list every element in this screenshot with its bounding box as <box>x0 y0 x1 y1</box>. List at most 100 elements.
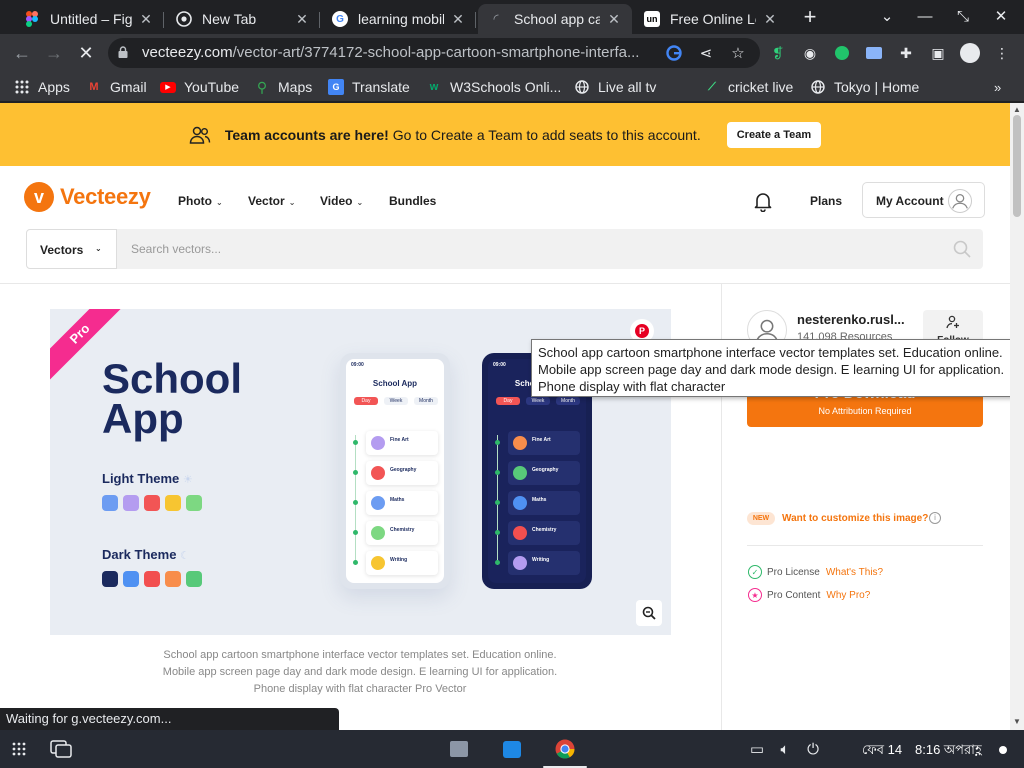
subject-name: Maths <box>532 497 547 503</box>
menu-icon[interactable]: ⋮ <box>992 43 1012 63</box>
vecteezy-logo[interactable]: v Vecteezy <box>24 182 151 212</box>
google-lens-icon[interactable] <box>664 43 684 63</box>
bookmark-cricket-live[interactable]: ⟋ cricket live <box>704 78 793 96</box>
scroll-down-icon[interactable]: ▼ <box>1012 717 1022 726</box>
whats-this-link[interactable]: What's This? <box>826 567 883 578</box>
stop-loading-icon[interactable]: ✕ <box>74 41 98 65</box>
extension-green-icon[interactable] <box>832 43 852 63</box>
pinterest-icon: P <box>635 324 649 338</box>
tab-unacademy[interactable]: un Free Online Learning ✕ <box>634 4 788 34</box>
search-input[interactable] <box>117 229 983 269</box>
bookmark-star-icon[interactable]: ☆ <box>728 43 748 63</box>
share-icon[interactable]: ⋖ <box>696 43 716 63</box>
extensions-puzzle-icon[interactable]: ✚ <box>896 43 916 63</box>
banner-headline: Team accounts are here! <box>224 126 389 143</box>
bookmark-youtube[interactable]: ▶ YouTube <box>160 78 239 96</box>
bookmark-apps[interactable]: Apps <box>14 78 70 96</box>
close-tab-icon[interactable]: ✕ <box>762 11 778 28</box>
forward-icon[interactable]: → <box>42 41 66 65</box>
url-text[interactable]: vecteezy.com/vector-art/3774172-school-a… <box>142 44 639 61</box>
launcher-icon[interactable] <box>8 739 30 759</box>
close-tab-icon[interactable]: ✕ <box>606 11 622 28</box>
power-icon[interactable]: ⏻ <box>802 739 824 759</box>
lock-icon[interactable] <box>118 46 128 58</box>
header-divider <box>0 283 1010 284</box>
status-dot-icon[interactable] <box>999 746 1007 754</box>
close-tab-icon[interactable]: ✕ <box>294 11 310 28</box>
bookmark-tokyo-home[interactable]: Tokyo | Home <box>810 78 919 96</box>
tab-vecteezy[interactable]: ◜ School app cartoon ✕ <box>478 4 632 34</box>
notification-bell-icon[interactable] <box>752 190 774 212</box>
tab-search-icon[interactable]: ⌄ <box>876 6 898 28</box>
clock-time[interactable]: 8:16 অপরাহ্ণ <box>915 741 982 762</box>
more-bookmarks-icon[interactable]: » <box>994 78 1001 96</box>
close-tab-icon[interactable]: ✕ <box>138 11 154 28</box>
art-title: School App <box>102 355 243 442</box>
clock-date[interactable]: ফেব 14 <box>862 741 902 762</box>
bookmark-live-all-tv[interactable]: Live all tv <box>574 78 656 96</box>
pro-license-row: ✓ Pro License What's This? <box>748 565 883 579</box>
google-icon: G <box>332 11 348 27</box>
schedule-item: Chemistry <box>366 521 438 545</box>
new-tab-button[interactable]: + <box>799 6 821 28</box>
address-bar[interactable]: vecteezy.com/vector-art/3774172-school-a… <box>108 38 760 68</box>
search-icon[interactable] <box>953 240 971 258</box>
overview-icon[interactable] <box>50 739 72 759</box>
bookmark-translate[interactable]: G Translate <box>328 78 410 96</box>
chevron-down-icon: ⌄ <box>356 198 364 207</box>
scrollbar-thumb[interactable] <box>1013 115 1021 217</box>
bookmark-gmail[interactable]: M Gmail <box>86 78 146 96</box>
minimize-icon[interactable]: — <box>914 6 936 28</box>
color-swatch <box>186 495 202 511</box>
restore-icon[interactable]: ⤡ <box>952 6 974 28</box>
tab-new-tab[interactable]: New Tab ✕ <box>166 4 320 34</box>
nav-vector[interactable]: Vector ⌄ <box>248 194 295 208</box>
gmail-icon: M <box>89 81 99 93</box>
scroll-up-icon[interactable]: ▲ <box>1012 105 1022 114</box>
why-pro-link[interactable]: Why Pro? <box>826 590 870 601</box>
timeline-dot <box>353 530 358 535</box>
nav-photo[interactable]: Photo ⌄ <box>178 194 223 208</box>
files-app-icon[interactable] <box>448 739 470 759</box>
tab-google-search[interactable]: G learning mobile ✕ <box>322 4 476 34</box>
extension-icon[interactable]: ❡ <box>768 43 788 63</box>
site-header: v Vecteezy Photo ⌄ Vector ⌄ Video ⌄ Bundles… <box>0 166 1010 236</box>
subject-name: Fine Art <box>532 437 551 443</box>
author-name[interactable]: nesterenko.rusl... <box>797 312 905 327</box>
bookmark-w3schools[interactable]: w W3Schools Onli... <box>426 78 562 96</box>
volume-icon[interactable]: 🔈︎ <box>774 739 796 759</box>
timeline-dot <box>353 440 358 445</box>
color-swatch <box>165 495 181 511</box>
page-scrollbar[interactable]: ▲ ▼ <box>1010 103 1024 730</box>
nav-bundles[interactable]: Bundles <box>389 194 436 208</box>
side-panel-icon[interactable]: ▣ <box>928 43 948 63</box>
pro-content-row: ★ Pro Content Why Pro? <box>748 588 870 602</box>
play-store-icon[interactable] <box>501 739 523 759</box>
bookmark-maps[interactable]: ⚲ Maps <box>254 78 312 96</box>
vecteezy-logo-icon: v <box>24 182 54 212</box>
create-team-button[interactable]: Create a Team <box>726 121 822 148</box>
timeline-dot <box>353 470 358 475</box>
my-account-button[interactable]: My Account <box>862 182 985 218</box>
zoom-button[interactable] <box>636 600 662 626</box>
os-shelf: ▭ 🔈︎ ⏻ ফেব 14 8:16 অপরাহ্ণ <box>0 730 1024 768</box>
tab-figma[interactable]: Untitled – Figma ✕ <box>14 4 164 34</box>
chrome-app-icon[interactable] <box>554 739 576 759</box>
profile-avatar-icon[interactable] <box>960 43 980 63</box>
info-icon[interactable]: i <box>929 512 941 524</box>
plans-link[interactable]: Plans <box>810 194 842 208</box>
schedule-item: Maths <box>508 491 580 515</box>
subject-icon <box>371 556 385 570</box>
screen-capture-icon[interactable]: ▭ <box>746 739 768 759</box>
back-icon[interactable]: ← <box>10 41 34 65</box>
timeline-dot <box>495 560 500 565</box>
extension-screen-icon[interactable] <box>864 43 884 63</box>
nav-video[interactable]: Video ⌄ <box>320 194 363 208</box>
extension-record-icon[interactable]: ◉ <box>800 43 820 63</box>
cricket-icon: ⟋ <box>708 80 716 93</box>
close-tab-icon[interactable]: ✕ <box>450 11 466 28</box>
customize-link[interactable]: Want to customize this image? <box>782 513 928 524</box>
category-select[interactable]: Vectors ⌄ <box>26 229 117 269</box>
close-window-icon[interactable]: ✕ <box>990 6 1012 28</box>
tab-title: New Tab <box>202 11 257 27</box>
